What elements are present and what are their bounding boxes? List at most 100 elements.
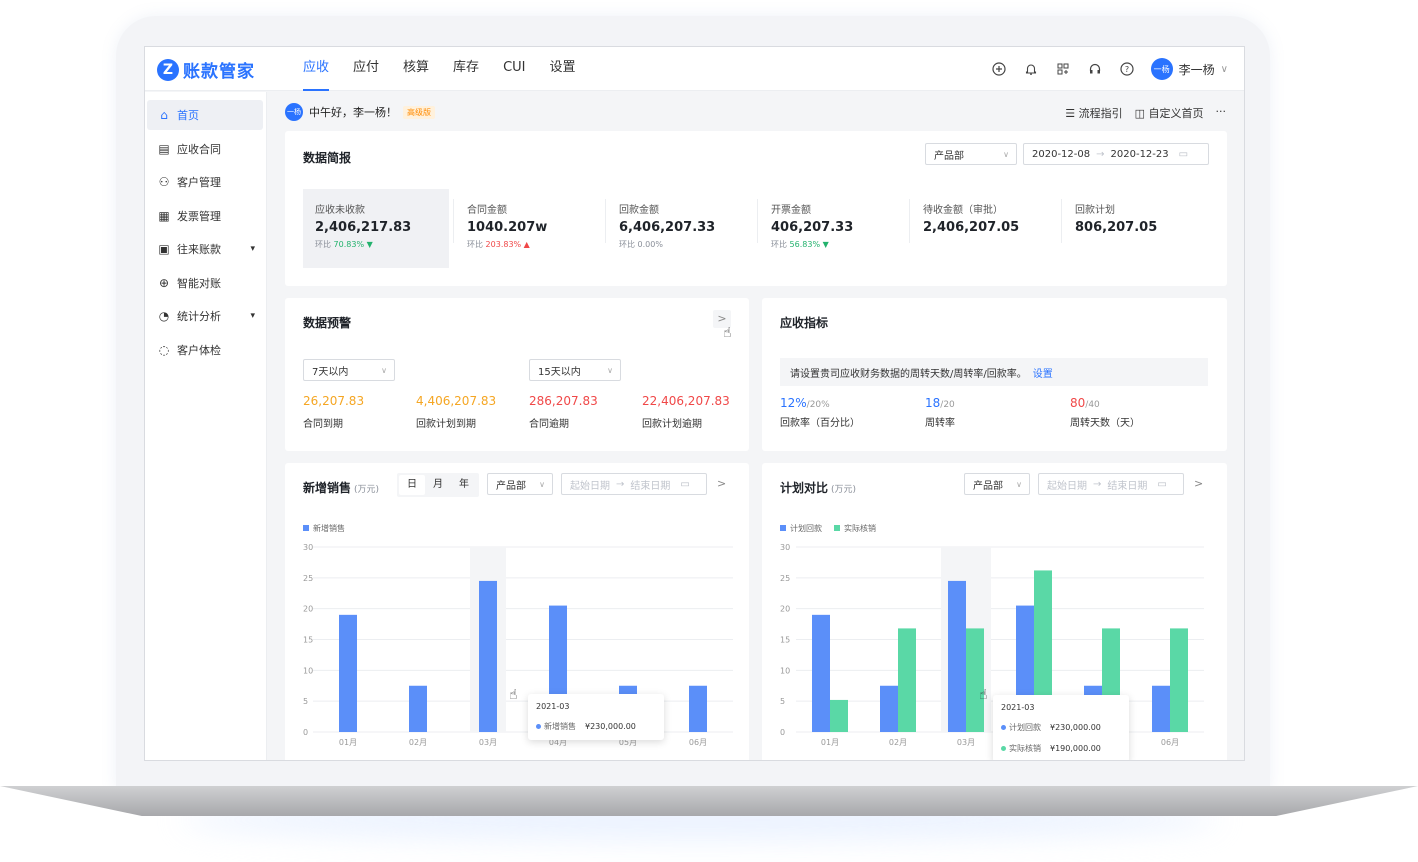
bar xyxy=(339,614,357,732)
date-start: 2020-12-08 xyxy=(1032,148,1091,160)
bar xyxy=(689,685,707,732)
y-tick-label: 15 xyxy=(780,636,790,645)
metric-card[interactable]: 回款金额 6,406,207.33 环比 0.00% xyxy=(607,189,753,268)
metric-value: 2,406,217.83 xyxy=(315,220,412,235)
sidebar-item-label: 客户体检 xyxy=(177,343,221,357)
custom-home-link[interactable]: ◫ 自定义首页 xyxy=(1135,105,1204,121)
metric-change-label: 环比 0.00% xyxy=(619,240,663,249)
legend-label: 计划回款 xyxy=(790,524,822,533)
plan-tooltip: 2021-03 计划回款 ¥230,000.00 实际核销 ¥190,000.00 xyxy=(993,695,1129,760)
user-avatar[interactable]: 一杨 xyxy=(1150,58,1173,80)
metric-value: 2,406,207.05 xyxy=(923,220,1020,235)
divider xyxy=(1061,199,1062,243)
y-tick-label: 15 xyxy=(303,636,313,645)
sidebar-item-invoice[interactable]: ▦ 发票管理 xyxy=(147,201,263,231)
legend-label: 实际核销 xyxy=(844,524,876,533)
period-option[interactable]: 年 xyxy=(451,475,477,495)
bar xyxy=(898,628,916,732)
metric-label: 待收金额（审批） xyxy=(923,205,1003,216)
sidebar-item-checkup[interactable]: ◌ 客户体检 xyxy=(147,335,263,365)
plan-date-range[interactable]: 起始日期 → 结束日期 ▭ xyxy=(1038,473,1184,495)
chevron-right-icon[interactable]: > xyxy=(1194,477,1203,490)
kpi-value: 18/20 xyxy=(925,396,955,410)
y-tick-label: 25 xyxy=(780,574,790,583)
plan-title-text: 计划对比 xyxy=(780,481,829,495)
metric-card[interactable]: 合同金额 1040.207w 环比 203.83% ▲ xyxy=(455,189,601,268)
nav-tab-2[interactable]: 核算 xyxy=(391,47,441,91)
sidebar-item-home[interactable]: ⌂ 首页 xyxy=(147,100,263,130)
metric-card[interactable]: 待收金额（审批） 2,406,207.05 xyxy=(911,189,1057,268)
chevron-down-icon: ∨ xyxy=(1016,479,1022,489)
series-dot xyxy=(1001,725,1006,730)
tooltip-label: 新增销售 xyxy=(544,722,576,731)
metric-card[interactable]: 应收未收款 2,406,217.83 环比 70.83% ▼ xyxy=(303,189,449,268)
kpi-target: /20 xyxy=(940,400,955,410)
custom-home-label: 自定义首页 xyxy=(1148,107,1204,120)
bar xyxy=(880,685,898,732)
statistics-icon: ◔ xyxy=(158,309,170,323)
settings-link[interactable]: 设置 xyxy=(1033,365,1053,380)
hand-cursor-icon: ☝ xyxy=(509,687,518,703)
period-option[interactable]: 月 xyxy=(425,475,451,495)
kpi-target: /20% xyxy=(806,400,830,410)
plus-circle-icon[interactable] xyxy=(991,61,1007,77)
indicators-card: 应收指标 请设置贵司应收财务数据的周转天数/周转率/回款率。 设置 12%/20%… xyxy=(762,298,1227,451)
headset-icon[interactable] xyxy=(1087,61,1103,77)
nav-tab-1[interactable]: 应付 xyxy=(341,47,391,91)
app-logo[interactable]: Z 账款管家 xyxy=(157,57,255,82)
warning-period-select-2[interactable]: 15天以内 ∨ xyxy=(529,359,621,381)
sales-tooltip: 2021-03 新增销售 ¥230,000.00 xyxy=(528,694,664,740)
hand-cursor-icon: ☝ xyxy=(723,325,732,341)
kpi-actual: 80 xyxy=(1070,396,1086,410)
metric-change-label: 环比 xyxy=(315,240,331,249)
plan-dept-value: 产品部 xyxy=(973,480,1003,492)
sales-title-text: 新增销售 xyxy=(303,481,352,495)
metric-card[interactable]: 开票金额 406,207.33 环比 56.83% ▼ xyxy=(759,189,905,268)
nav-tab-3[interactable]: 库存 xyxy=(441,47,491,91)
sidebar-item-reconcile[interactable]: ⊕ 智能对账 xyxy=(147,268,263,298)
metric-value: 806,207.05 xyxy=(1075,220,1158,235)
tooltip-row: 计划回款 ¥230,000.00 xyxy=(1001,722,1121,733)
chevron-down-icon: ∨ xyxy=(381,365,387,375)
chevron-down-icon: ▾ xyxy=(250,244,255,254)
warning-value: 22,406,207.83 xyxy=(642,394,730,408)
triangle-up-icon: ▲ xyxy=(521,240,530,249)
warning-period-select-1[interactable]: 7天以内 ∨ xyxy=(303,359,395,381)
more-button[interactable]: ··· xyxy=(1216,105,1227,121)
metric-card[interactable]: 回款计划 806,207.05 xyxy=(1063,189,1209,268)
chevron-right-icon[interactable]: > xyxy=(717,477,726,490)
y-tick-label: 30 xyxy=(303,543,313,552)
sidebar-item-label: 客户管理 xyxy=(177,176,221,189)
nav-tab-4[interactable]: CUI xyxy=(491,47,537,91)
tooltip-value: ¥230,000.00 xyxy=(585,722,636,731)
nav-tab-5[interactable]: 设置 xyxy=(538,47,588,91)
arrow-right-icon: → xyxy=(616,478,625,490)
metric-value: 1040.207w xyxy=(467,220,548,235)
sidebar-item-accounts[interactable]: ▣ 往来账款 ▾ xyxy=(147,234,263,264)
sales-dept-select[interactable]: 产品部 ∨ xyxy=(487,473,553,495)
date-range-picker[interactable]: 2020-12-08 → 2020-12-23 ▭ xyxy=(1023,143,1209,165)
x-tick-label: 02月 xyxy=(409,738,427,747)
apps-icon[interactable] xyxy=(1055,61,1071,77)
sidebar-item-statistics[interactable]: ◔ 统计分析 ▾ xyxy=(147,301,263,331)
sidebar-item-receivable-contract[interactable]: ▤ 应收合同 xyxy=(147,134,263,164)
bell-icon[interactable] xyxy=(1023,61,1039,77)
start-date-placeholder: 起始日期 xyxy=(570,480,610,492)
dept-select[interactable]: 产品部 ∨ xyxy=(925,143,1017,165)
x-tick-label: 01月 xyxy=(339,738,357,747)
user-name[interactable]: 李一杨 xyxy=(1179,61,1215,78)
flow-guide-link[interactable]: ☰ 流程指引 xyxy=(1065,105,1122,121)
help-icon[interactable]: ? xyxy=(1119,61,1135,77)
indicator-notice: 请设置贵司应收财务数据的周转天数/周转率/回款率。 设置 xyxy=(780,358,1208,386)
kpi-actual: 18 xyxy=(925,396,941,410)
plan-dept-select[interactable]: 产品部 ∨ xyxy=(964,473,1030,495)
legend-swatch xyxy=(303,525,309,531)
metric-label: 回款计划 xyxy=(1075,205,1115,216)
sales-date-range[interactable]: 起始日期 → 结束日期 ▭ xyxy=(561,473,707,495)
chevron-down-icon[interactable]: ∨ xyxy=(1221,64,1228,75)
nav-tab-0[interactable]: 应收 xyxy=(291,47,341,91)
sidebar-item-customer[interactable]: ⚇ 客户管理 xyxy=(147,167,263,197)
period-option[interactable]: 日 xyxy=(399,475,425,495)
series-dot xyxy=(536,724,541,729)
kpi-label: 周转率 xyxy=(925,418,955,429)
